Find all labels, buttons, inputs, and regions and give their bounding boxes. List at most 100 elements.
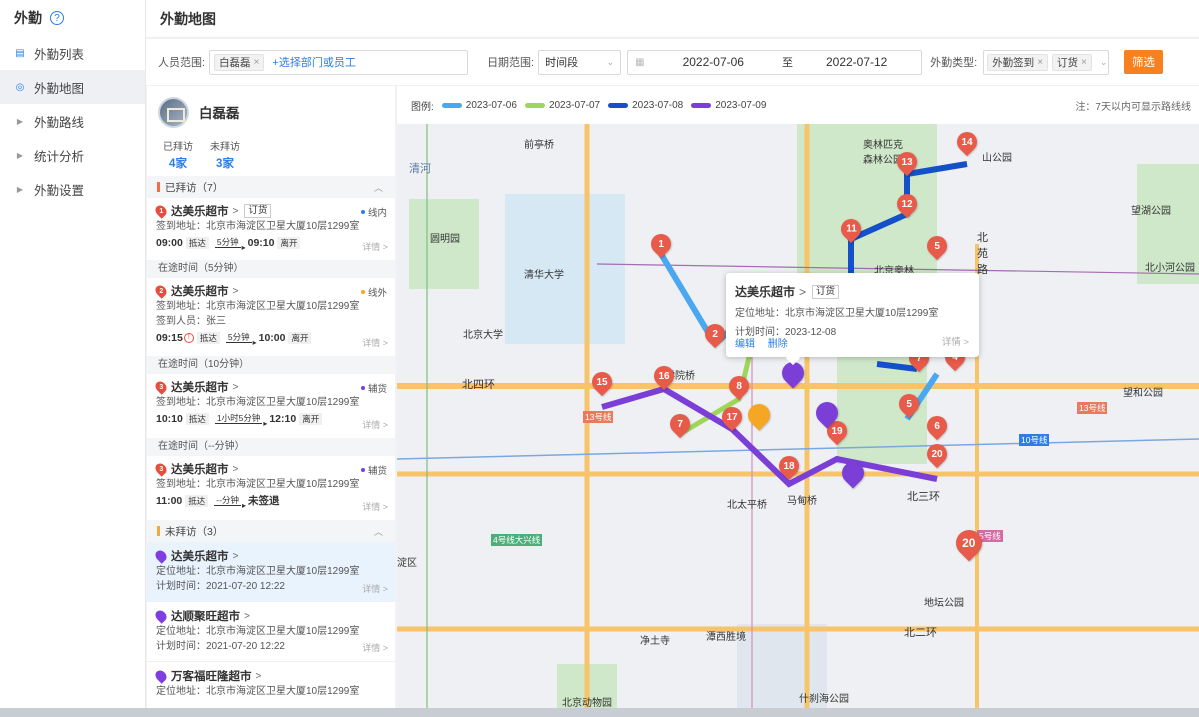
- detail-link[interactable]: 详情 >: [362, 418, 388, 431]
- list-item[interactable]: 达顺聚旺超市 > 定位地址：北京市海淀区卫星大厦10层1299室 计划时间：20…: [147, 602, 395, 662]
- nav-item-route[interactable]: ▶ 外勤路线: [0, 104, 145, 138]
- nav-item-settings[interactable]: ▶ 外勤设置: [0, 172, 145, 206]
- map-label-beixiaohe: 北小河公园: [1145, 263, 1195, 274]
- edit-button[interactable]: 编辑: [735, 339, 755, 350]
- transit-time: 在途时间（5分钟）: [147, 260, 395, 278]
- filter-button[interactable]: 筛选: [1124, 50, 1163, 74]
- map-label-shanpark: 山公园: [982, 153, 1012, 164]
- detail-link[interactable]: 详情 >: [362, 582, 388, 595]
- item-timeline: 11:00抵达 --分钟未签退: [156, 492, 387, 511]
- nav-item-map[interactable]: ◎ 外勤地图: [0, 70, 145, 104]
- nav-item-label: 外勤设置: [34, 183, 85, 198]
- map-label-qinghe: 清河: [409, 163, 431, 175]
- legend-item: 2023-07-06: [441, 100, 517, 111]
- item-title: 2 达美乐超市 >: [153, 283, 387, 299]
- item-title: 达顺聚旺超市 >: [153, 608, 387, 624]
- person-tag[interactable]: 白磊磊 ×: [214, 53, 265, 71]
- visit-panel: 白磊磊 已拜访 4家 未拜访 3家 已拜访（7） ︿ 1 达美乐超市 > 订货 …: [147, 86, 395, 710]
- section-marker: [157, 182, 160, 192]
- nav-item-stats[interactable]: ▶ 统计分析: [0, 138, 145, 172]
- detail-link[interactable]: 详情 >: [362, 641, 388, 654]
- legend-item: 2023-07-07: [524, 100, 600, 111]
- page-title: 外勤地图: [146, 0, 1199, 38]
- item-name: 达美乐超市: [171, 286, 229, 298]
- list-item[interactable]: 3 达美乐超市 > 辅货 签到地址：北京市海淀区卫星大厦10层1299室 10:…: [147, 374, 395, 438]
- person-select[interactable]: 白磊磊 × +选择部门或员工: [209, 49, 469, 75]
- legend-swatch: [441, 102, 462, 108]
- detail-link[interactable]: 详情 >: [362, 240, 388, 253]
- map-label-shichahai: 什刹海公园: [799, 694, 849, 705]
- select-person-link[interactable]: +选择部门或员工: [272, 54, 355, 70]
- delete-button[interactable]: 删除: [768, 339, 788, 350]
- visit-stats: 已拜访 4家 未拜访 3家: [147, 138, 395, 176]
- map-pin-icon: 1: [153, 203, 169, 219]
- map-pin-icon: [153, 608, 169, 624]
- date-separator: 至: [781, 57, 793, 69]
- type-tag[interactable]: 外勤签到 ×: [987, 53, 1049, 71]
- map-label-ditan: 地坛公园: [924, 598, 964, 609]
- legend-swatch: [608, 102, 629, 108]
- nav-item-label: 统计分析: [34, 149, 85, 164]
- popup-title: 达美乐超市 > 订货: [735, 283, 970, 300]
- map-label-line13: 13号线: [1077, 402, 1108, 414]
- popup-detail-link[interactable]: 详情 >: [942, 334, 969, 348]
- range-tag: 线外: [360, 285, 387, 299]
- section-marker: [157, 526, 160, 536]
- chevron-right-icon: >: [232, 550, 239, 562]
- map-label-line13: 13号线: [583, 411, 614, 423]
- chevron-down-icon: ⌄: [1099, 56, 1108, 67]
- list-item[interactable]: 万客福旺隆超市 > 定位地址：北京市海淀区卫星大厦10层1299室: [147, 662, 395, 706]
- map-pin-icon: 3: [153, 379, 169, 395]
- chevron-up-icon[interactable]: ︿: [374, 525, 383, 538]
- range-tag: 辅货: [360, 463, 387, 477]
- item-title: 3 达美乐超市 >: [153, 461, 387, 477]
- chevron-right-icon: >: [232, 463, 239, 475]
- nav-item-list[interactable]: ▤ 外勤列表: [0, 36, 145, 70]
- item-title: 万客福旺隆超市 >: [153, 668, 387, 684]
- unvisited-section-header[interactable]: 未拜访（3） ︿: [147, 520, 395, 542]
- nav-item-label: 外勤路线: [34, 115, 85, 130]
- help-icon[interactable]: ?: [50, 11, 64, 25]
- map-label-beisihuan: 北四环: [462, 379, 495, 391]
- map-canvas[interactable]: 清华大学 北京大学 圆明园 前亭桥 奥林匹克森林公园 北苑路 望湖公园 北小河公…: [397, 124, 1199, 710]
- chevron-up-icon[interactable]: ︿: [374, 181, 383, 194]
- close-icon[interactable]: ×: [1037, 57, 1043, 68]
- map-label-tanxichegu: 潭西胜境: [706, 632, 746, 643]
- item-timeline: 09:15!抵达 5分钟10:00离开: [156, 329, 387, 348]
- nav-header: 外勤 ?: [0, 0, 145, 36]
- visited-stat: 已拜访 4家: [158, 138, 198, 176]
- unvisited-count: 3家: [216, 158, 234, 170]
- date-range-picker[interactable]: ▦ 2022-07-06 至 2022-07-12: [627, 49, 923, 75]
- item-name: 达美乐超市: [171, 464, 229, 476]
- type-tag[interactable]: 订货 ×: [1052, 53, 1092, 71]
- list-item[interactable]: 3 达美乐超市 > 辅货 签到地址：北京市海淀区卫星大厦10层1299室 11:…: [147, 456, 395, 520]
- item-title: 1 达美乐超市 > 订货: [153, 203, 387, 219]
- nav-item-label: 外勤地图: [34, 81, 85, 96]
- map-pin-icon: 2: [153, 283, 169, 299]
- close-icon[interactable]: ×: [254, 57, 260, 68]
- detail-link[interactable]: 详情 >: [362, 336, 388, 349]
- chevron-right-icon: >: [232, 285, 239, 297]
- map-label-line10: 10号线: [1019, 434, 1050, 446]
- date-mode-select[interactable]: 时间段 ⌄: [538, 49, 622, 75]
- person-card: 白磊磊: [147, 86, 395, 138]
- map-svg: [397, 124, 1199, 710]
- legend-label: 图例:: [411, 101, 434, 113]
- map-label-jingtusi: 净土寺: [640, 636, 670, 647]
- map-label-beitaipingqiao: 北太平桥: [727, 500, 767, 511]
- item-name: 达美乐超市: [171, 382, 229, 394]
- visited-section-header[interactable]: 已拜访（7） ︿: [147, 176, 395, 198]
- chevron-right-icon: >: [799, 284, 807, 299]
- person-range-label: 人员范围:: [158, 57, 206, 69]
- map-label-yuanmingyuan: 圆明园: [430, 234, 460, 245]
- detail-link[interactable]: 详情 >: [362, 500, 388, 513]
- map-pin-icon: ◎: [15, 81, 25, 93]
- type-select[interactable]: 外勤签到 × 订货 × ⌄: [983, 49, 1110, 75]
- popup-address: 定位地址：北京市海淀区卫星大厦10层1299室: [735, 308, 939, 319]
- close-icon[interactable]: ×: [1081, 57, 1087, 68]
- list-item[interactable]: 1 达美乐超市 > 订货 线内 签到地址：北京市海淀区卫星大厦10层1299室 …: [147, 198, 395, 260]
- list-item[interactable]: 达美乐超市 > 定位地址：北京市海淀区卫星大厦10层1299室 计划时间：202…: [147, 542, 395, 602]
- map-popup: 达美乐超市 > 订货 定位地址：北京市海淀区卫星大厦10层1299室 计划时间：…: [726, 273, 979, 357]
- list-item[interactable]: 2 达美乐超市 > 线外 签到地址：北京市海淀区卫星大厦10层1299室 签到人…: [147, 278, 395, 356]
- item-name: 达美乐超市: [171, 551, 229, 563]
